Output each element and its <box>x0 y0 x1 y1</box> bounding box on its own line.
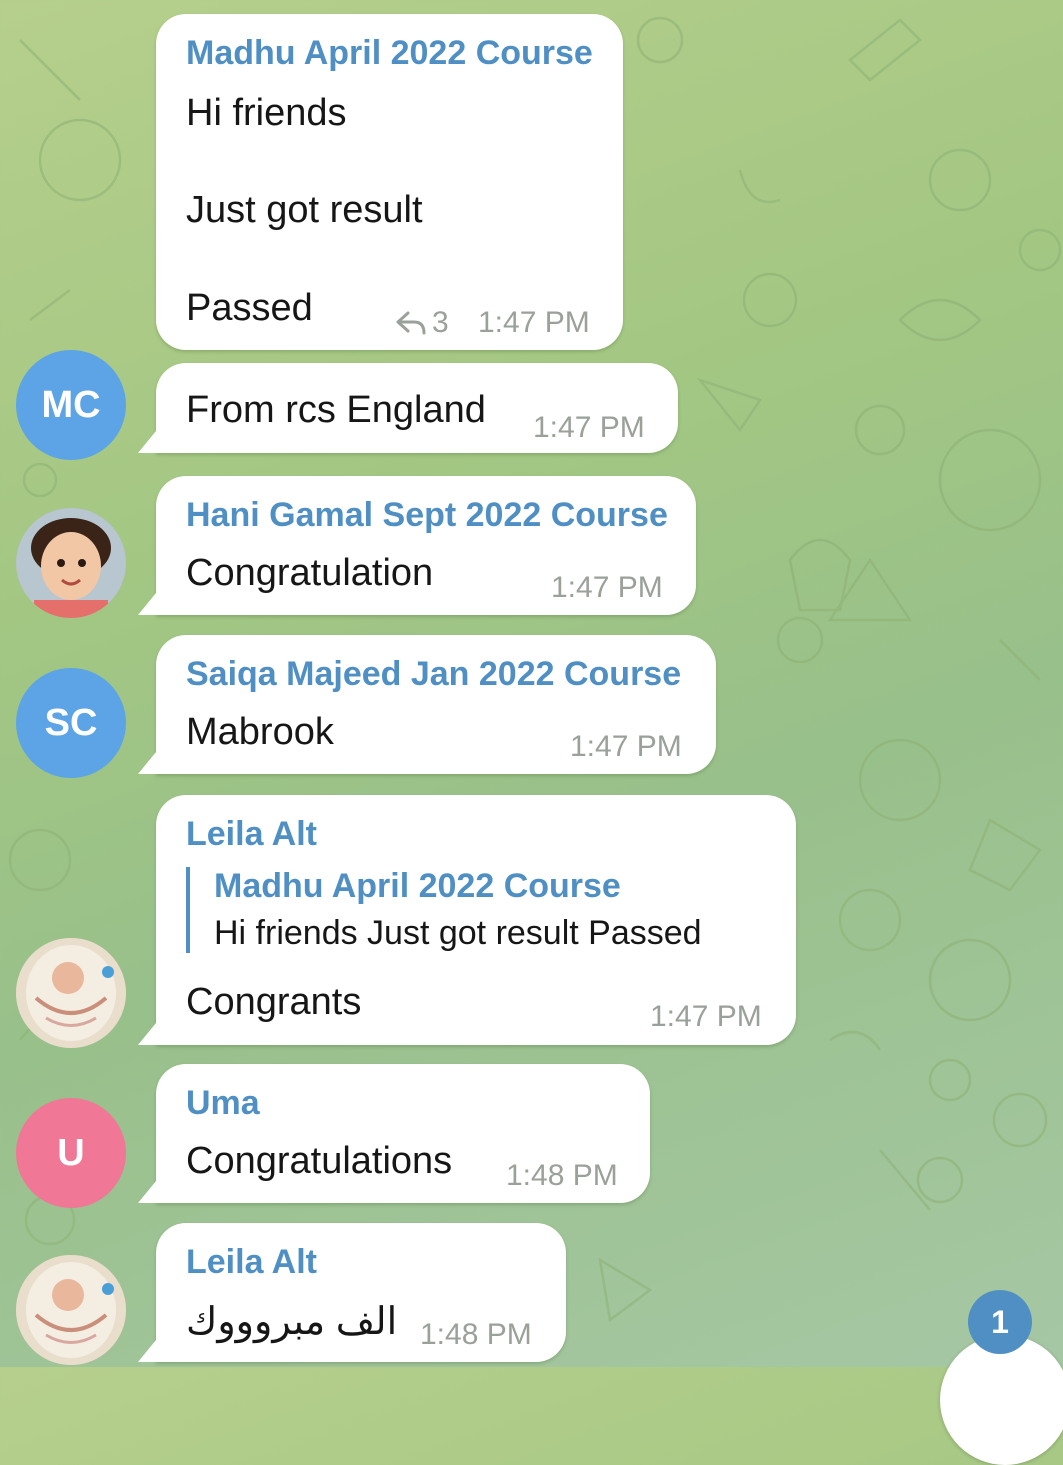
message-time: 1:47 PM <box>650 1000 762 1033</box>
forward-count-value: 3 <box>432 306 449 339</box>
message-text: Congrants <box>186 981 362 1023</box>
message-time: 1:47 PM <box>533 411 645 444</box>
sender-name[interactable]: Madhu April 2022 Course <box>186 34 593 73</box>
message-time: 1:47 PM <box>570 730 682 763</box>
sender-name[interactable]: Leila Alt <box>186 1243 317 1282</box>
avatar[interactable] <box>16 1255 126 1365</box>
avatar[interactable]: MC <box>16 350 126 460</box>
baby-photo-avatar <box>16 1255 126 1365</box>
reply-text: Hi friends Just got result Passed <box>214 914 702 952</box>
message-time: 1:47 PM <box>551 571 663 604</box>
sender-name[interactable]: Leila Alt <box>186 815 317 854</box>
message-time: 1:48 PM <box>506 1159 618 1192</box>
avatar-initials: SC <box>44 701 98 744</box>
scroll-down-button[interactable] <box>940 1335 1063 1465</box>
message-text: Mabrook <box>186 711 334 753</box>
baby-photo-avatar <box>16 938 126 1048</box>
message-text-line: Just got result <box>186 189 423 231</box>
reply-sender: Madhu April 2022 Course <box>214 867 621 905</box>
message-text: Congratulations <box>186 1140 453 1182</box>
message-bubble[interactable]: Madhu April 2022 Course Hi friends Just … <box>156 14 623 350</box>
reply-quote[interactable]: Madhu April 2022 Course Hi friends Just … <box>186 867 702 953</box>
message-bubble[interactable]: Hani Gamal Sept 2022 Course Congratulati… <box>156 476 696 615</box>
message-bubble[interactable]: Leila Alt الف مبروووك 1:48 PM <box>156 1223 566 1362</box>
avatar[interactable] <box>16 508 126 618</box>
forward-count: 3 <box>396 306 449 340</box>
avatar-initials: U <box>57 1131 85 1174</box>
avatar[interactable]: U <box>16 1098 126 1208</box>
message-time: 1:47 PM <box>478 306 590 339</box>
share-arrow-icon <box>396 311 426 335</box>
sender-name[interactable]: Saiqa Majeed Jan 2022 Course <box>186 655 681 694</box>
message-text: Congratulation <box>186 552 434 594</box>
message-text: الف مبروووك <box>186 1301 398 1343</box>
message-text-line: Hi friends <box>186 92 347 134</box>
message-text: From rcs England <box>186 389 486 431</box>
avatar-initials: MC <box>41 383 101 426</box>
sender-name[interactable]: Uma <box>186 1084 260 1123</box>
message-bubble[interactable]: From rcs England 1:47 PM <box>156 363 678 453</box>
message-bubble[interactable]: Leila Alt Madhu April 2022 Course Hi fri… <box>156 795 796 1045</box>
sender-name[interactable]: Hani Gamal Sept 2022 Course <box>186 496 668 535</box>
unread-count-badge[interactable]: 1 <box>968 1290 1032 1354</box>
message-time: 1:48 PM <box>420 1318 532 1351</box>
child-photo-avatar <box>16 508 126 618</box>
message-bubble[interactable]: Saiqa Majeed Jan 2022 Course Mabrook 1:4… <box>156 635 716 774</box>
message-text-line: Passed <box>186 287 313 329</box>
message-bubble[interactable]: Uma Congratulations 1:48 PM <box>156 1064 650 1203</box>
avatar[interactable]: SC <box>16 668 126 778</box>
avatar[interactable] <box>16 938 126 1048</box>
